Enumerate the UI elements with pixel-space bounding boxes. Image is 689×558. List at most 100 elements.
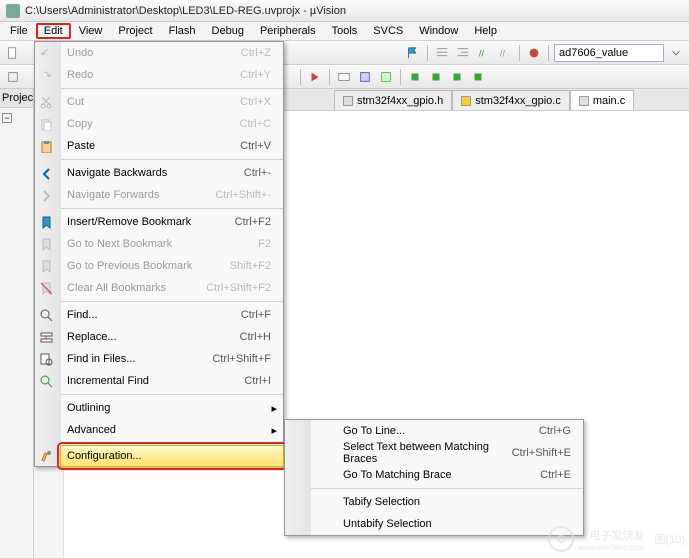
outdent-icon[interactable] — [454, 44, 472, 62]
menuitem-shortcut: Ctrl+E — [540, 469, 583, 481]
menuitem-label: Go To Matching Brace — [337, 469, 540, 481]
flag-icon[interactable] — [404, 44, 422, 62]
tab-label: stm32f4xx_gpio.c — [475, 95, 561, 107]
menubar-item-debug[interactable]: Debug — [204, 23, 252, 39]
debug-run-icon[interactable] — [306, 68, 324, 86]
find-icon — [38, 307, 54, 323]
undo-icon — [38, 45, 54, 61]
green3-icon[interactable] — [448, 68, 466, 86]
menuitem-label: Clear All Bookmarks — [61, 282, 206, 294]
tab-stm32f4xx_gpio-c[interactable]: stm32f4xx_gpio.c — [452, 90, 570, 110]
menuitem-configuration-[interactable]: Configuration... — [60, 445, 284, 467]
tab-label: stm32f4xx_gpio.h — [357, 95, 443, 107]
menuitem-cut: CutCtrl+X — [61, 91, 283, 113]
config-icon[interactable] — [335, 68, 353, 86]
search-input[interactable] — [554, 44, 664, 62]
menubar-item-view[interactable]: View — [71, 23, 111, 39]
submenu-item-go-to-line-[interactable]: Go To Line...Ctrl+G — [311, 420, 583, 442]
tree-collapse-icon[interactable]: − — [2, 113, 12, 123]
menubar-item-help[interactable]: Help — [466, 23, 505, 39]
replace-icon — [38, 329, 54, 345]
green2-icon[interactable] — [427, 68, 445, 86]
menuitem-navigate-backwards[interactable]: Navigate BackwardsCtrl+- — [61, 162, 283, 184]
tab-main-c[interactable]: main.c — [570, 90, 634, 110]
menubar-item-edit[interactable]: Edit — [36, 23, 71, 39]
tab-stm32f4xx_gpio-h[interactable]: stm32f4xx_gpio.h — [334, 90, 452, 110]
nav-back-icon — [38, 165, 54, 181]
menuitem-shortcut: Ctrl+Y — [240, 69, 283, 81]
file-icon — [461, 96, 471, 106]
menuitem-navigate-forwards: Navigate ForwardsCtrl+Shift+- — [61, 184, 283, 206]
menubar-item-project[interactable]: Project — [110, 23, 160, 39]
menuitem-shortcut: Ctrl+I — [244, 375, 283, 387]
menuitem-insert-remove-bookmark[interactable]: Insert/Remove BookmarkCtrl+F2 — [61, 211, 283, 233]
indent-icon[interactable] — [433, 44, 451, 62]
submenu-arrow-icon: ▸ — [271, 402, 283, 415]
menuitem-shortcut: Ctrl+G — [539, 425, 583, 437]
menuitem-paste[interactable]: PasteCtrl+V — [61, 135, 283, 157]
submenu-item-go-to-matching-brace[interactable]: Go To Matching BraceCtrl+E — [311, 464, 583, 486]
menuitem-label: Go to Next Bookmark — [61, 238, 258, 250]
menuitem-label: Configuration... — [61, 450, 283, 462]
menuitem-label: Outlining — [61, 402, 271, 414]
menubar-item-tools[interactable]: Tools — [324, 23, 366, 39]
submenu-item-untabify-selection[interactable]: Untabify Selection — [311, 513, 583, 535]
menuitem-go-to-next-bookmark: Go to Next BookmarkF2 — [61, 233, 283, 255]
green4-icon[interactable] — [469, 68, 487, 86]
menuitem-advanced[interactable]: Advanced▸ — [61, 419, 283, 441]
menuitem-shortcut: Ctrl+C — [240, 118, 283, 130]
menuitem-label: Navigate Backwards — [61, 167, 244, 179]
menuitem-shortcut: Ctrl+- — [244, 167, 283, 179]
titlebar: C:\Users\Administrator\Desktop\LED3\LED-… — [0, 0, 689, 22]
menubar-item-flash[interactable]: Flash — [161, 23, 204, 39]
menubar-item-window[interactable]: Window — [411, 23, 466, 39]
config-icon — [38, 448, 54, 464]
file-icon — [343, 96, 353, 106]
uncomment-icon[interactable]: // — [496, 44, 514, 62]
menuitem-copy: CopyCtrl+C — [61, 113, 283, 135]
menuitem-shortcut: Ctrl+Z — [241, 47, 283, 59]
find-files-icon — [38, 351, 54, 367]
manage-icon[interactable] — [377, 68, 395, 86]
menuitem-clear-all-bookmarks: Clear All BookmarksCtrl+Shift+F2 — [61, 277, 283, 299]
project-panel: Projec... − — [0, 89, 34, 558]
menuitem-shortcut: Ctrl+F2 — [235, 216, 283, 228]
menuitem-label: Go to Previous Bookmark — [61, 260, 230, 272]
menuitem-undo: UndoCtrl+Z — [61, 42, 283, 64]
options-icon[interactable] — [356, 68, 374, 86]
new-file-icon[interactable] — [4, 44, 22, 62]
menubar-item-peripherals[interactable]: Peripherals — [252, 23, 324, 39]
tab-label: main.c — [593, 95, 625, 107]
svg-text://: // — [479, 48, 485, 59]
submenu-item-select-text-between-matching-braces[interactable]: Select Text between Matching BracesCtrl+… — [311, 442, 583, 464]
comment-icon[interactable]: // — [475, 44, 493, 62]
submenu-item-tabify-selection[interactable]: Tabify Selection — [311, 491, 583, 513]
build-icon[interactable] — [4, 68, 22, 86]
menubar-item-file[interactable]: File — [2, 23, 36, 39]
marker-icon[interactable] — [525, 44, 543, 62]
menuitem-redo: RedoCtrl+Y — [61, 64, 283, 86]
menubar-item-svcs[interactable]: SVCS — [365, 23, 411, 39]
svg-text://: // — [500, 48, 506, 59]
title-text: C:\Users\Administrator\Desktop\LED3\LED-… — [25, 5, 346, 17]
project-panel-header: Projec... — [0, 89, 33, 108]
menuitem-label: Advanced — [61, 424, 271, 436]
inc-find-icon — [38, 373, 54, 389]
menuitem-outlining[interactable]: Outlining▸ — [61, 397, 283, 419]
menuitem-label: Insert/Remove Bookmark — [61, 216, 235, 228]
bookmark-prev-icon — [38, 258, 54, 274]
menuitem-label: Find in Files... — [61, 353, 212, 365]
menuitem-find-[interactable]: Find...Ctrl+F — [61, 304, 283, 326]
bookmark-next-icon — [38, 236, 54, 252]
menubar: FileEditViewProjectFlashDebugPeripherals… — [0, 22, 689, 41]
nav-fwd-icon — [38, 187, 54, 203]
search-dropdown-icon[interactable] — [667, 44, 685, 62]
menuitem-label: Untabify Selection — [337, 518, 583, 530]
menu-separator — [61, 443, 283, 444]
menuitem-label: Find... — [61, 309, 241, 321]
green1-icon[interactable] — [406, 68, 424, 86]
menuitem-replace-[interactable]: Replace...Ctrl+H — [61, 326, 283, 348]
menuitem-incremental-find[interactable]: Incremental FindCtrl+I — [61, 370, 283, 392]
watermark-logo-icon: ✪ — [548, 526, 574, 552]
menuitem-find-in-files-[interactable]: Find in Files...Ctrl+Shift+F — [61, 348, 283, 370]
